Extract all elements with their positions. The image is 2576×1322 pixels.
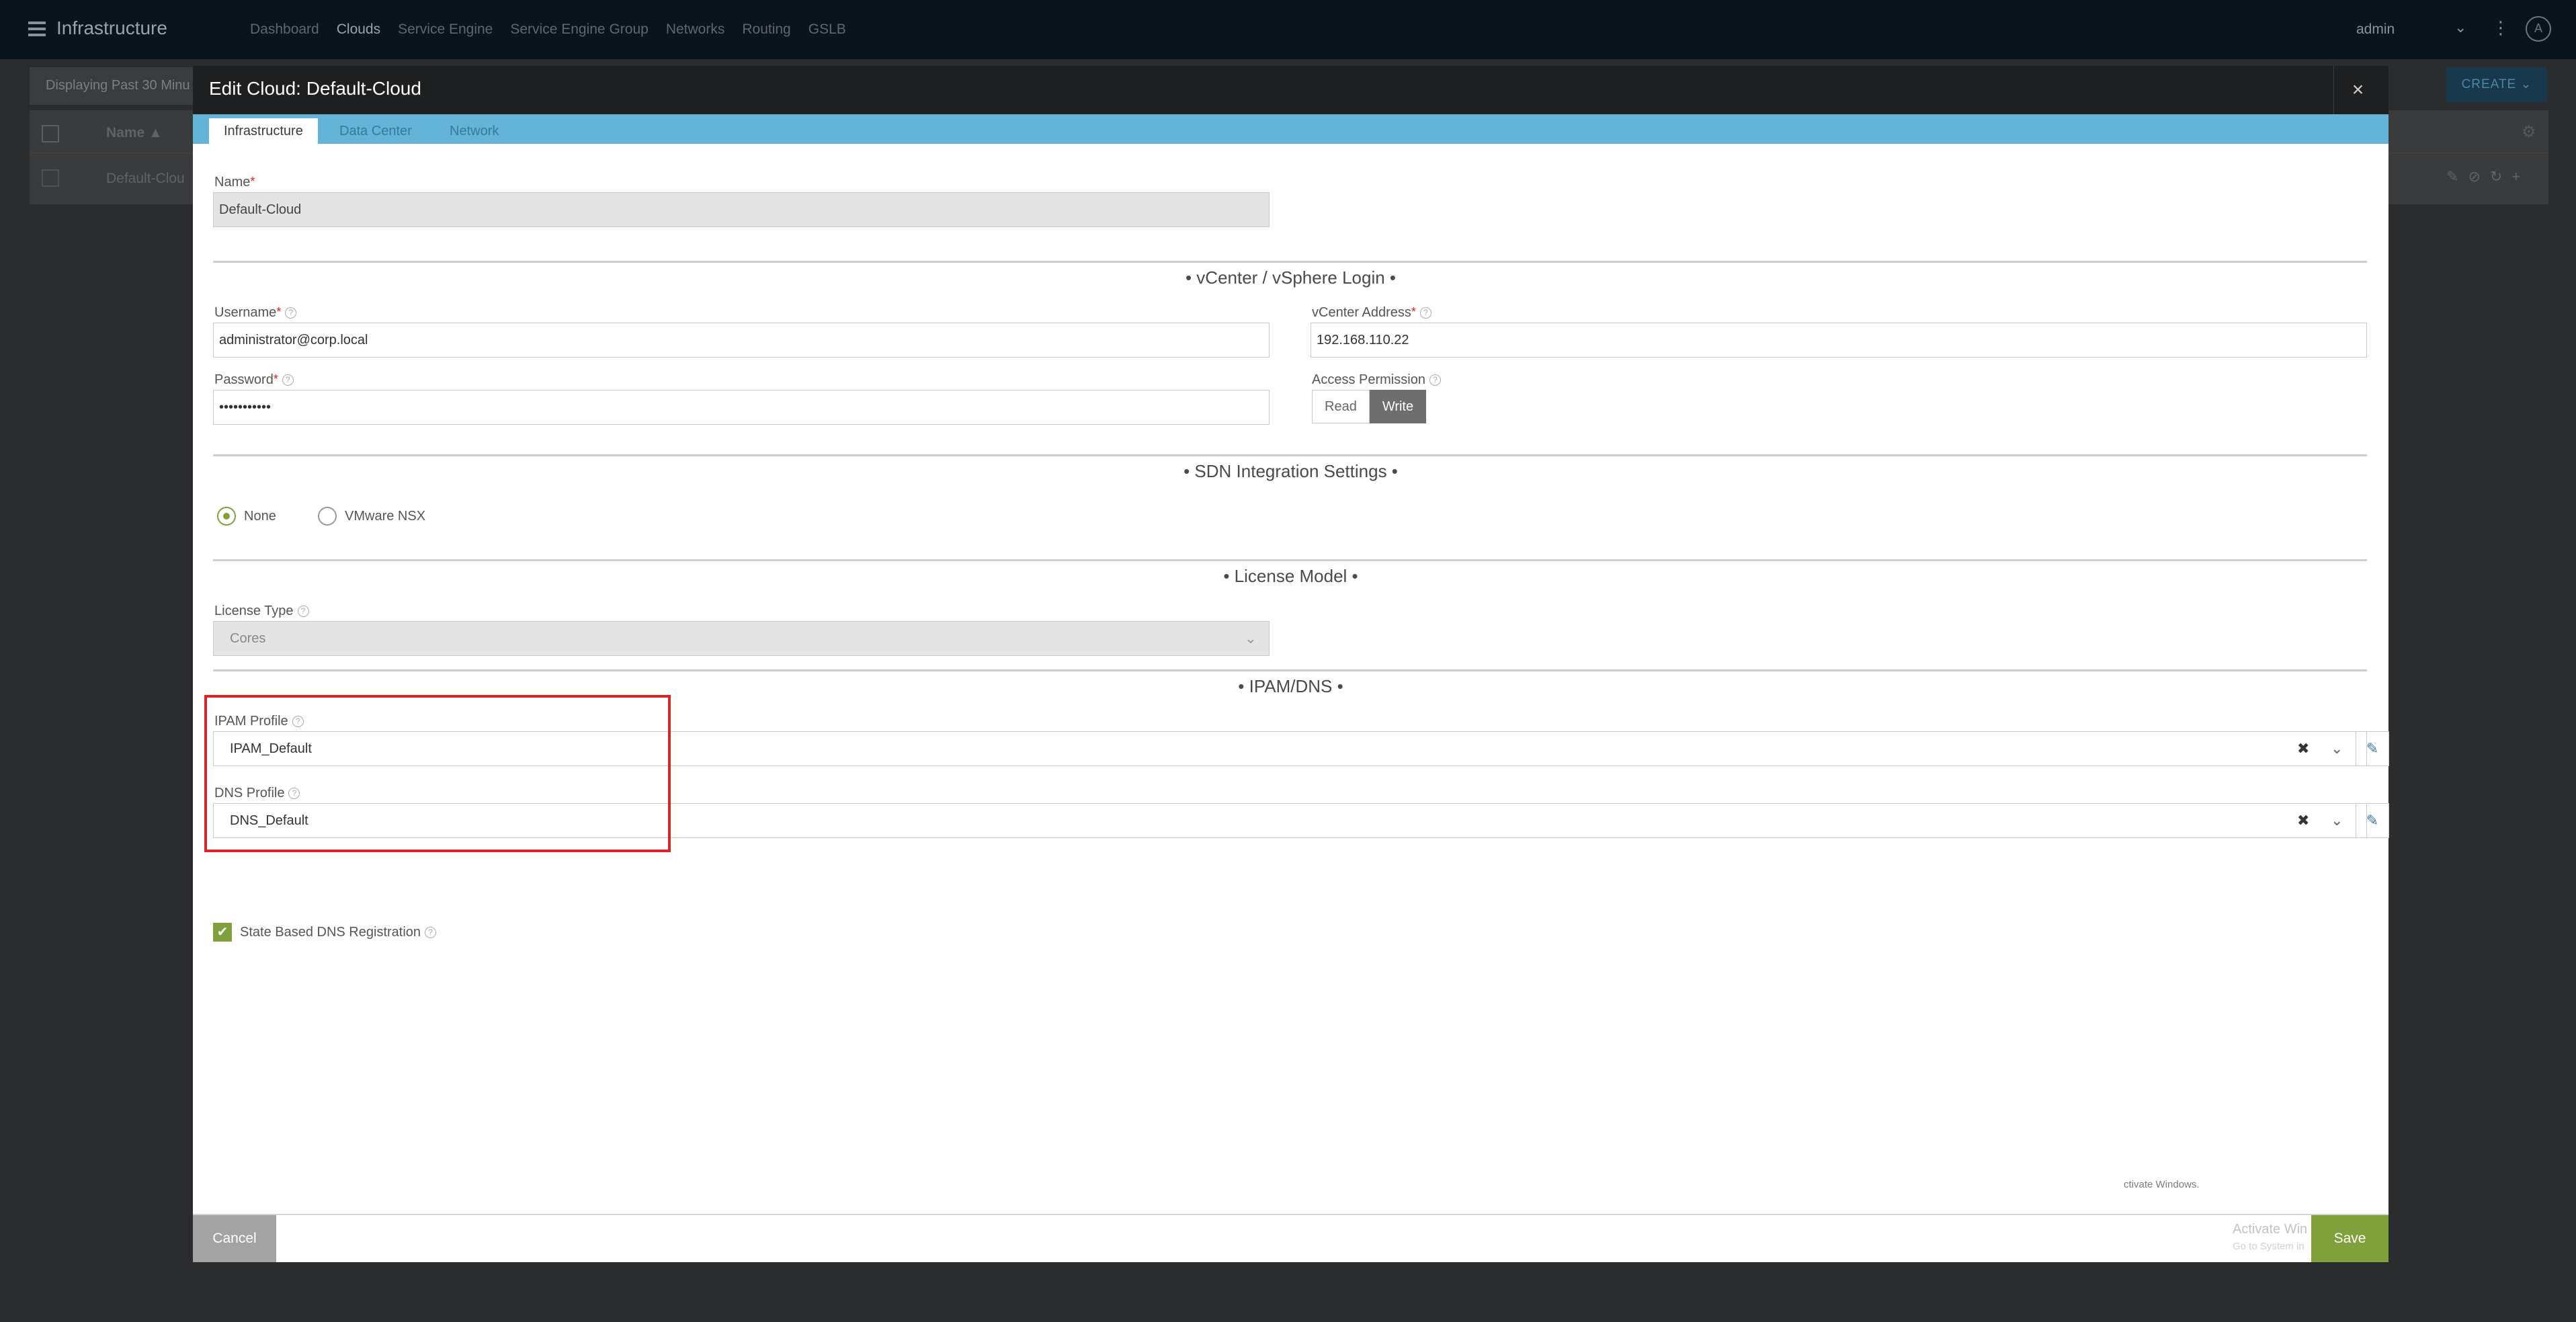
nav-service-engine-group[interactable]: Service Engine Group: [510, 22, 648, 38]
edit-icon[interactable]: ✎: [2446, 168, 2468, 185]
name-field[interactable]: Default-Cloud: [213, 192, 1270, 227]
state-dns-label: State Based DNS Registration: [240, 924, 421, 940]
help-icon: ?: [285, 307, 297, 319]
access-permission-label: Access Permission?: [1312, 372, 1441, 388]
dns-profile-value: DNS_Default: [230, 813, 308, 828]
nav-routing[interactable]: Routing: [742, 22, 790, 38]
license-section-title: • License Model •: [1223, 566, 1358, 586]
select-all-checkbox[interactable]: [42, 125, 59, 142]
nav-service-engine[interactable]: Service Engine: [398, 22, 493, 38]
chevron-down-icon[interactable]: ⌄: [2331, 804, 2343, 837]
activation-watermark: Activate Win: [2233, 1222, 2308, 1237]
modal-footer: Cancel Activate Win Go to System in Save: [193, 1214, 2388, 1262]
add-icon[interactable]: +: [2511, 168, 2530, 185]
radio-selected-icon: [217, 507, 236, 526]
help-icon: ?: [297, 606, 309, 618]
gear-icon[interactable]: ⚙: [2522, 122, 2536, 142]
save-button[interactable]: Save: [2311, 1215, 2388, 1262]
radio-unselected-icon: [318, 507, 337, 526]
clear-icon[interactable]: ✖: [2297, 804, 2309, 837]
ipam-profile-label: IPAM Profile?: [214, 714, 304, 729]
close-icon[interactable]: ×: [2333, 66, 2382, 114]
checkbox-checked-icon[interactable]: ✔: [213, 923, 232, 942]
row-actions: ✎⊘↻+: [2446, 168, 2530, 185]
chevron-down-icon[interactable]: ⌄: [2454, 19, 2466, 36]
sdn-section-title: • SDN Integration Settings •: [1183, 461, 1398, 481]
nav-gslb[interactable]: GSLB: [808, 22, 846, 38]
help-icon: ?: [425, 926, 437, 938]
username-field[interactable]: administrator@corp.local: [213, 323, 1270, 358]
name-label: Name*: [214, 175, 255, 190]
help-icon: ?: [1419, 307, 1431, 319]
section-divider: [213, 669, 2367, 671]
app-title: Infrastructure: [56, 17, 167, 38]
create-button[interactable]: CREATE ⌄: [2446, 67, 2547, 102]
dns-profile-dropdown[interactable]: DNS_Default ✖ ⌄ ✎: [213, 803, 2389, 838]
edit-icon[interactable]: ✎: [2356, 731, 2389, 766]
modal-header: Edit Cloud: Default-Cloud ×: [193, 66, 2388, 114]
section-divider: [213, 559, 2367, 561]
main-nav: Dashboard Clouds Service Engine Service …: [250, 22, 846, 38]
ipam-dns-section-title: • IPAM/DNS •: [1238, 676, 1343, 696]
edit-icon[interactable]: ✎: [2356, 803, 2389, 838]
menu-icon[interactable]: [28, 22, 46, 36]
section-divider: [213, 454, 2367, 456]
table-header-name[interactable]: Name ▲: [106, 125, 163, 141]
clear-icon[interactable]: ✖: [2297, 732, 2309, 766]
cancel-button[interactable]: Cancel: [193, 1215, 276, 1262]
dns-profile-label: DNS Profile?: [214, 786, 300, 801]
vcenter-section-title: • vCenter / vSphere Login •: [1185, 267, 1397, 288]
more-options-icon[interactable]: ⋮: [2492, 17, 2509, 38]
help-icon: ?: [1429, 374, 1441, 386]
create-button-label: CREATE: [2461, 77, 2517, 91]
vcenter-address-field[interactable]: 192.168.110.22: [1311, 323, 2367, 358]
state-dns-registration[interactable]: ✔ State Based DNS Registration?: [213, 923, 437, 942]
write-option[interactable]: Write: [1369, 390, 1427, 423]
activation-watermark-tail: ctivate Windows.: [2124, 1179, 2200, 1190]
time-filter[interactable]: Displaying Past 30 Minu: [30, 67, 218, 105]
nav-clouds[interactable]: Clouds: [337, 22, 380, 38]
refresh-icon[interactable]: ↻: [2490, 168, 2511, 185]
help-icon: ?: [288, 788, 300, 800]
user-menu[interactable]: admin: [2356, 22, 2395, 38]
tab-data-center[interactable]: Data Center: [325, 118, 427, 144]
chevron-down-icon: ⌄: [1244, 630, 1257, 647]
top-navigation-bar: Infrastructure Dashboard Clouds Service …: [0, 0, 2576, 59]
license-type-label: License Type?: [214, 604, 309, 619]
table-row-name[interactable]: Default-Clou: [106, 171, 185, 187]
edit-cloud-modal: Edit Cloud: Default-Cloud × Infrastructu…: [193, 66, 2389, 1262]
password-label: Password*?: [214, 372, 294, 388]
license-type-select: Cores ⌄: [213, 621, 1270, 656]
section-divider: [213, 261, 2367, 263]
password-field[interactable]: •••••••••••: [213, 390, 1270, 425]
chevron-down-icon[interactable]: ⌄: [2331, 732, 2343, 766]
read-option[interactable]: Read: [1312, 390, 1370, 423]
tab-network[interactable]: Network: [435, 118, 513, 144]
help-icon: ?: [282, 374, 294, 386]
disable-icon[interactable]: ⊘: [2468, 168, 2489, 185]
help-icon: ?: [292, 716, 304, 728]
ipam-profile-value: IPAM_Default: [230, 741, 312, 756]
radio-none[interactable]: None: [217, 507, 276, 526]
logo-icon: A: [2526, 16, 2551, 42]
tab-infrastructure[interactable]: Infrastructure: [209, 118, 318, 144]
vcenter-address-label: vCenter Address*?: [1312, 305, 1431, 321]
nav-dashboard[interactable]: Dashboard: [250, 22, 319, 38]
activation-watermark-sub: Go to System in: [2233, 1241, 2304, 1252]
ipam-profile-dropdown[interactable]: IPAM_Default ✖ ⌄ ✎: [213, 731, 2389, 766]
modal-title: Edit Cloud: Default-Cloud: [209, 78, 421, 99]
username-label: Username*?: [214, 305, 297, 321]
nav-networks[interactable]: Networks: [666, 22, 725, 38]
modal-tabs: Infrastructure Data Center Network: [193, 114, 2388, 144]
radio-vmware-nsx[interactable]: VMware NSX: [318, 507, 425, 526]
access-permission-toggle: Read Write: [1312, 390, 1427, 423]
row-checkbox[interactable]: [42, 169, 59, 187]
